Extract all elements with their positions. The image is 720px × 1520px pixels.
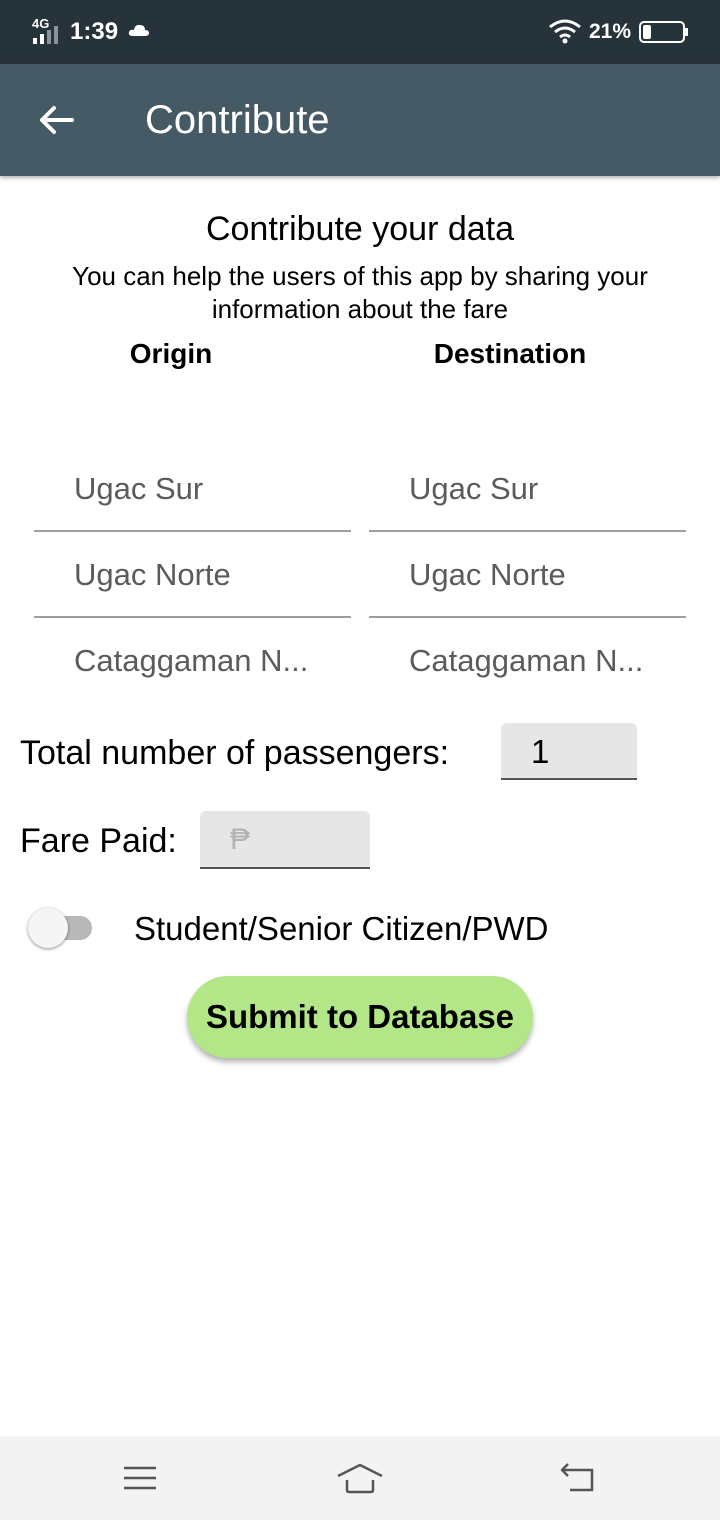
battery-icon — [639, 21, 688, 43]
fare-input[interactable]: ₱ — [200, 811, 370, 869]
navigation-bar — [0, 1436, 720, 1520]
home-button[interactable] — [330, 1456, 390, 1500]
destination-option[interactable]: Cataggaman N... — [369, 618, 686, 704]
nav-back-button[interactable] — [548, 1456, 608, 1500]
discount-toggle-label: Student/Senior Citizen/PWD — [134, 910, 549, 947]
arrow-back-icon — [40, 106, 74, 134]
status-bar: 4G 1:39 21% — [0, 0, 720, 64]
fare-label: Fare Paid: — [20, 822, 177, 860]
menu-icon — [124, 1466, 156, 1490]
contribute-description: You can help the users of this app by sh… — [72, 261, 648, 324]
app-bar: Contribute — [0, 64, 720, 176]
passengers-label: Total number of passengers: — [20, 734, 450, 772]
destination-header: Destination — [433, 338, 587, 369]
contribute-heading: Contribute your data — [205, 210, 515, 248]
cloud-icon — [128, 24, 149, 36]
wifi-icon — [549, 19, 581, 44]
destination-option[interactable]: Ugac Norte — [369, 532, 686, 618]
origin-header: Origin — [129, 338, 213, 369]
clock: 1:39 — [70, 18, 119, 45]
battery-percent: 21% — [589, 20, 632, 43]
origin-option[interactable]: Ugac Sur — [34, 446, 351, 532]
passengers-input[interactable]: 1 — [501, 723, 637, 780]
toggle-knob — [28, 908, 68, 948]
origin-option[interactable]: Cataggaman N... — [34, 618, 351, 704]
submit-button[interactable]: Submit to Database — [187, 976, 533, 1058]
menu-button[interactable] — [110, 1456, 170, 1500]
home-icon — [337, 1463, 383, 1494]
origin-option[interactable]: Ugac Norte — [34, 532, 351, 618]
discount-toggle[interactable] — [28, 906, 94, 950]
back-icon — [560, 1463, 594, 1492]
destination-option[interactable]: Ugac Sur — [369, 446, 686, 532]
network-type: 4G — [32, 16, 50, 31]
page-title: Contribute — [145, 98, 330, 142]
back-button[interactable] — [24, 92, 88, 148]
